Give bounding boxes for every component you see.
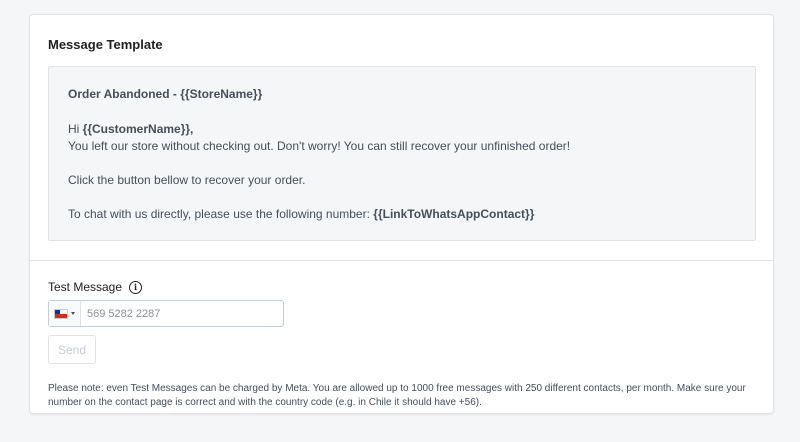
charge-note: Please note: even Test Messages can be c… — [48, 383, 746, 408]
country-select[interactable] — [49, 301, 81, 326]
message-template-card: Message Template Order Abandoned - {{Sto… — [29, 14, 774, 414]
send-button[interactable]: Send — [48, 335, 96, 364]
test-message-label-row: Test Message i — [48, 280, 143, 294]
phone-input-group — [48, 300, 284, 327]
template-header: Order Abandoned - {{StoreName}} — [68, 87, 736, 101]
chevron-down-icon — [71, 312, 75, 315]
template-section: Message Template Order Abandoned - {{Sto… — [30, 15, 773, 261]
template-greeting: Hi {{CustomerName}}, — [68, 121, 736, 138]
test-message-label: Test Message — [48, 280, 123, 294]
line4-prefix: To chat with us directly, please use the… — [68, 207, 374, 221]
template-line-4: To chat with us directly, please use the… — [68, 206, 736, 223]
info-icon[interactable]: i — [129, 280, 143, 294]
template-preview: Order Abandoned - {{StoreName}} Hi {{Cus… — [48, 66, 756, 241]
chile-flag-icon — [54, 308, 68, 319]
phone-number-input[interactable] — [81, 301, 283, 326]
template-line-2: You left our store without checking out.… — [68, 139, 571, 153]
line4-var: {{LinkToWhatsAppContact}} — [373, 207, 535, 221]
template-line-3: Click the button bellow to recover your … — [68, 173, 306, 187]
section-title: Message Template — [48, 37, 163, 52]
template-header-prefix: Order Abandoned - — [68, 87, 181, 101]
template-header-var: {{StoreName}} — [180, 87, 263, 101]
greeting-var: {{CustomerName}}, — [82, 122, 194, 136]
greeting-prefix: Hi — [68, 122, 83, 136]
